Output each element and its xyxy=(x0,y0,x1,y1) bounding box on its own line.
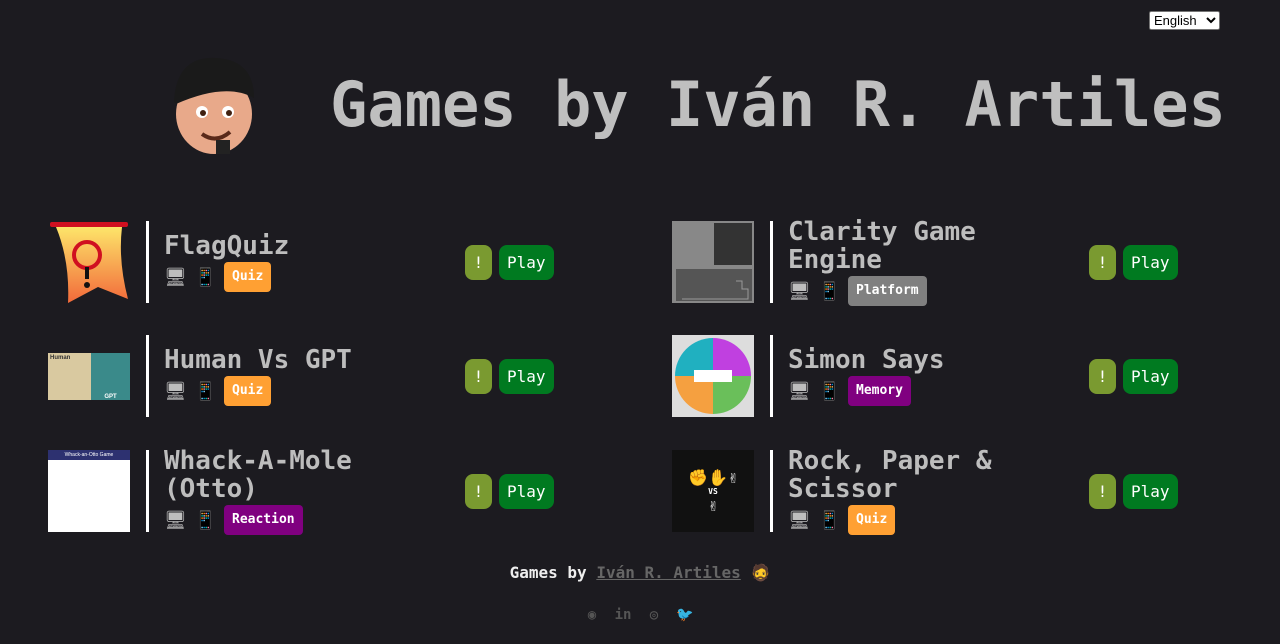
game-thumbnail[interactable]: Human GPT xyxy=(48,335,130,417)
footer: Games by Iván R. Artiles 🧔 xyxy=(0,563,1280,582)
play-button[interactable]: Play xyxy=(1123,473,1178,509)
game-thumbnail[interactable] xyxy=(672,221,754,303)
game-title: Whack-A-Mole (Otto) xyxy=(164,446,352,504)
author-link[interactable]: Iván R. Artiles xyxy=(596,563,741,582)
play-button[interactable]: Play xyxy=(1123,244,1178,280)
game-card: Human GPT Human Vs GPT 🖥 📱 Quiz ! Play xyxy=(48,335,608,417)
genre-tag: Platform xyxy=(848,276,927,306)
mobile-icon: 📱 xyxy=(194,266,217,288)
divider xyxy=(146,221,149,303)
twitter-icon[interactable]: 🐦 xyxy=(676,607,693,623)
mobile-icon: 📱 xyxy=(194,509,217,531)
desktop-icon: 🖥 xyxy=(788,509,811,531)
mobile-icon: 📱 xyxy=(818,280,841,302)
game-title: FlagQuiz xyxy=(164,231,290,261)
divider xyxy=(770,450,773,532)
genre-tag: Quiz xyxy=(224,262,272,292)
instagram-icon[interactable]: ◎ xyxy=(646,607,662,623)
divider xyxy=(770,221,773,303)
language-select[interactable]: English xyxy=(1149,11,1220,30)
game-card: Simon Says 🖥 📱 Memory ! Play xyxy=(672,335,1232,417)
divider xyxy=(146,335,149,417)
desktop-icon: 🖥 xyxy=(164,509,187,531)
info-button[interactable]: ! xyxy=(465,244,492,280)
page-title: Games by Iván R. Artiles xyxy=(330,68,1226,141)
play-button[interactable]: Play xyxy=(1123,358,1178,394)
divider xyxy=(146,450,149,532)
game-thumbnail[interactable] xyxy=(48,221,130,303)
game-thumbnail[interactable]: Whack-an-Otto Game xyxy=(48,450,130,532)
genre-tag: Quiz xyxy=(224,376,272,406)
info-button[interactable]: ! xyxy=(465,358,492,394)
game-card: FlagQuiz 🖥 📱 Quiz ! Play xyxy=(48,221,608,303)
genre-tag: Reaction xyxy=(224,505,303,535)
game-title: Clarity Game Engine xyxy=(788,217,976,275)
game-thumbnail[interactable] xyxy=(672,335,754,417)
play-button[interactable]: Play xyxy=(499,244,554,280)
game-title: Rock, Paper & Scissor xyxy=(788,446,992,504)
mobile-icon: 📱 xyxy=(194,380,217,402)
avatar xyxy=(174,57,254,154)
social-links: ◉ in ◎ 🐦 xyxy=(584,607,694,623)
info-button[interactable]: ! xyxy=(1089,358,1116,394)
game-card: ✊✋✌ VS ✌ Rock, Paper & Scissor 🖥 📱 Quiz ! Pl… xyxy=(672,446,1232,535)
game-title: Simon Says xyxy=(788,345,945,375)
mobile-icon: 📱 xyxy=(818,380,841,402)
linkedin-icon[interactable]: in xyxy=(615,607,632,623)
genre-tag: Memory xyxy=(848,376,911,406)
play-button[interactable]: Play xyxy=(499,358,554,394)
game-thumbnail[interactable]: ✊✋✌ VS ✌ xyxy=(672,450,754,532)
desktop-icon: 🖥 xyxy=(164,266,187,288)
play-button[interactable]: Play xyxy=(499,473,554,509)
desktop-icon: 🖥 xyxy=(788,380,811,402)
info-button[interactable]: ! xyxy=(465,473,492,509)
info-button[interactable]: ! xyxy=(1089,244,1116,280)
footer-prefix: Games by xyxy=(509,563,587,582)
avatar-small-icon: 🧔 xyxy=(750,563,771,582)
game-title: Human Vs GPT xyxy=(164,345,352,375)
desktop-icon: 🖥 xyxy=(164,380,187,402)
mobile-icon: 📱 xyxy=(818,509,841,531)
github-icon[interactable]: ◉ xyxy=(584,607,600,623)
divider xyxy=(770,335,773,417)
genre-tag: Quiz xyxy=(848,505,896,535)
game-card: Whack-an-Otto Game Whack-A-Mole (Otto) 🖥… xyxy=(48,446,608,535)
desktop-icon: 🖥 xyxy=(788,280,811,302)
info-button[interactable]: ! xyxy=(1089,473,1116,509)
game-card: Clarity Game Engine 🖥 📱 Platform ! Play xyxy=(672,217,1232,306)
